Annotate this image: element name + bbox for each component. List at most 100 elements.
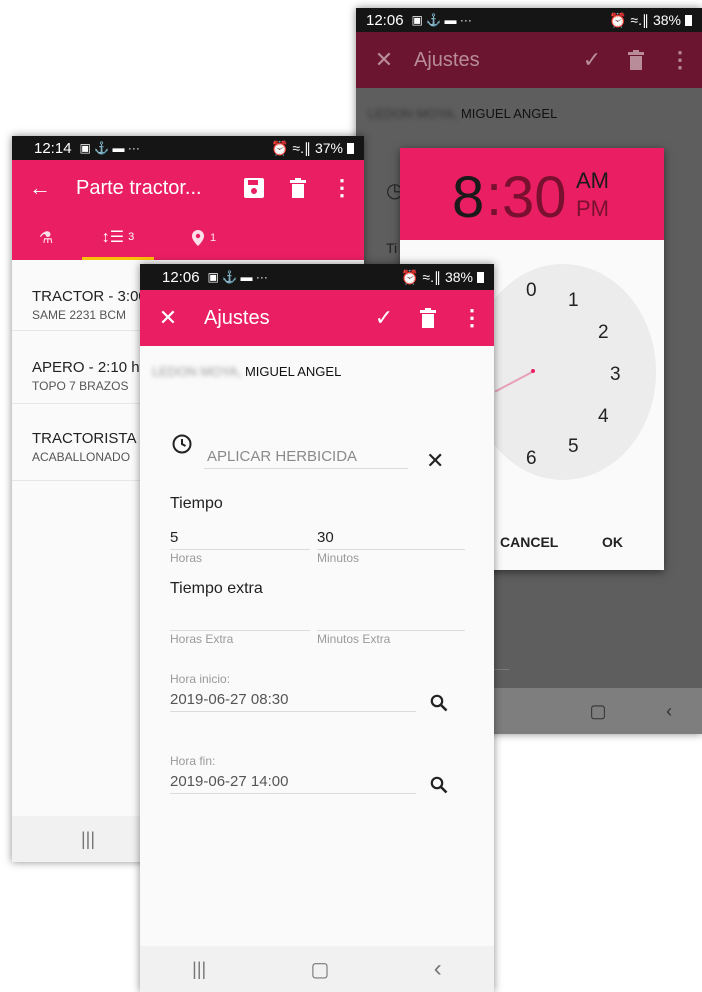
hora-fin-underline — [170, 793, 416, 794]
horas-extra-label[interactable]: Horas Extra — [170, 632, 233, 646]
battery-level: 37% — [314, 140, 343, 156]
trash-icon[interactable] — [276, 166, 320, 210]
minute-display[interactable]: 30 — [502, 164, 567, 231]
toolbar-title: Parte tractor... — [76, 176, 202, 199]
notification-icons: ▣ ⚓ ▬ ··· — [79, 141, 140, 155]
check-icon[interactable]: ✓ — [570, 38, 614, 82]
user-surname: LEDON MOYA, — [152, 364, 242, 379]
clear-task-icon[interactable]: ✕ — [426, 448, 444, 474]
clock-center — [531, 369, 535, 373]
notification-icons: ▣ ⚓ ▬ ··· — [207, 270, 268, 284]
tiempo-extra-heading: Tiempo extra — [170, 580, 263, 597]
time-separator: : — [486, 163, 503, 228]
am-toggle[interactable]: AM — [576, 168, 609, 194]
tab-bar: ⚗ ↕☰ 3 1 — [12, 216, 364, 260]
horas-underline — [170, 549, 310, 550]
close-icon[interactable]: ✕ — [362, 38, 406, 82]
hora-inicio-label: Hora inicio: — [170, 672, 231, 686]
status-time: 12:06 — [366, 11, 404, 29]
ok-button[interactable]: OK — [602, 534, 623, 550]
list-item-subtitle: TOPO 7 BRAZOS — [32, 379, 129, 393]
close-icon[interactable]: ✕ — [146, 296, 190, 340]
list-item-subtitle: ACABALLONADO — [32, 450, 131, 464]
recents-icon[interactable]: ||| — [81, 829, 95, 850]
home-icon[interactable]: ▢ — [311, 957, 330, 982]
signal-icons: ⏰ ≈.∥ — [401, 268, 441, 285]
horas-label: Horas — [170, 551, 203, 565]
recents-icon[interactable]: ||| — [192, 959, 206, 980]
hora-fin-label: Hora fin: — [170, 754, 216, 768]
clock-face[interactable] — [470, 264, 656, 480]
home-icon[interactable]: ▢ — [589, 701, 606, 722]
toolbar-title: Ajustes — [414, 48, 480, 71]
tab-list[interactable]: ↕☰ 3 — [82, 216, 154, 260]
peek-text: Ti — [386, 240, 398, 256]
back-icon[interactable]: ‹ — [434, 955, 442, 983]
signal-icons: ⏰ ≈.∥ — [609, 11, 649, 28]
tab-location[interactable]: 1 — [174, 216, 234, 260]
user-name: MIGUEL ANGEL — [244, 364, 342, 379]
time-picker-header: 8 : 30 AM PM — [400, 148, 664, 240]
save-icon[interactable] — [232, 166, 276, 210]
hora-inicio-field[interactable]: 2019-06-27 08:30 — [170, 691, 288, 708]
status-bar: 12:06 ▣ ⚓ ▬ ··· ⏰ ≈.∥ 38% — [356, 8, 702, 32]
list-item-title: TRACTORISTA - — [32, 430, 145, 447]
more-vert-icon[interactable]: ⋮ — [320, 166, 364, 210]
list-item-title: APERO - 2:10 h — [32, 359, 140, 376]
toolbar-title: Ajustes — [204, 306, 270, 329]
tab-product[interactable]: ⚗ — [28, 216, 64, 260]
user-name: MIGUEL ANGEL — [460, 106, 558, 121]
clock-number[interactable]: 1 — [568, 290, 579, 312]
hour-display[interactable]: 8 — [452, 164, 484, 231]
list-item-subtitle: SAME 2231 BCM — [32, 308, 127, 322]
pm-toggle[interactable]: PM — [576, 196, 609, 222]
trash-icon[interactable] — [406, 296, 450, 340]
clock-number[interactable]: 3 — [610, 364, 621, 386]
check-icon[interactable]: ✓ — [362, 296, 406, 340]
hora-fin-field[interactable]: 2019-06-27 14:00 — [170, 773, 288, 790]
more-vert-icon[interactable]: ⋮ — [658, 38, 702, 82]
hora-inicio-underline — [170, 711, 416, 712]
status-bar: 12:14 ▣ ⚓ ▬ ··· ⏰ ≈.∥ 37% — [12, 136, 364, 160]
front-phone-screen: 12:06 ▣ ⚓ ▬ ··· ⏰ ≈.∥ 38% ✕ Ajustes ✓ ⋮ … — [140, 264, 494, 992]
status-bar: 12:06 ▣ ⚓ ▬ ··· ⏰ ≈.∥ 38% — [140, 264, 494, 290]
clock-number[interactable]: 2 — [598, 322, 609, 344]
clock-number[interactable]: 4 — [598, 406, 609, 428]
location-pin-icon — [191, 230, 204, 246]
battery-icon — [477, 271, 484, 283]
toolbar: ✕ Ajustes ✓ ⋮ — [356, 32, 702, 88]
battery-icon — [685, 14, 692, 26]
search-icon[interactable] — [430, 776, 448, 799]
test-tube-icon: ⚗ — [38, 230, 54, 247]
tab-list-count: 3 — [128, 230, 135, 243]
user-surname: LEDON MOYA, — [368, 106, 458, 121]
minutos-extra-underline — [317, 630, 465, 631]
status-time: 12:06 — [162, 268, 200, 286]
more-vert-icon[interactable]: ⋮ — [450, 296, 494, 340]
clock-icon — [172, 434, 192, 459]
signal-icons: ⏰ ≈.∥ — [271, 139, 311, 156]
arrow-back-icon[interactable]: ← — [18, 166, 62, 210]
clock-number[interactable]: 5 — [568, 436, 579, 458]
nav-bar: ||| ▢ ‹ — [140, 946, 494, 992]
tab-location-count: 1 — [209, 232, 217, 244]
horas-input[interactable]: 5 — [170, 529, 178, 546]
status-time: 12:14 — [34, 139, 72, 157]
notification-icons: ▣ ⚓ ▬ ··· — [411, 13, 472, 27]
task-field[interactable]: APLICAR HERBICIDA — [207, 448, 357, 465]
back-icon[interactable]: ‹ — [666, 701, 672, 722]
tiempo-heading: Tiempo — [170, 495, 223, 512]
search-icon[interactable] — [430, 694, 448, 717]
battery-level: 38% — [652, 12, 681, 28]
sort-list-icon: ↕☰ — [101, 228, 125, 246]
minutos-label: Minutos — [317, 551, 360, 565]
minutos-extra-label[interactable]: Minutos Extra — [317, 632, 390, 646]
battery-icon — [347, 142, 354, 154]
minutos-input[interactable]: 30 — [317, 529, 334, 546]
cancel-button[interactable]: CANCEL — [500, 534, 558, 550]
clock-number[interactable]: 6 — [526, 448, 537, 470]
battery-level: 38% — [444, 269, 473, 285]
trash-icon[interactable] — [614, 38, 658, 82]
task-underline — [204, 468, 408, 469]
clock-number[interactable]: 0 — [526, 280, 537, 302]
